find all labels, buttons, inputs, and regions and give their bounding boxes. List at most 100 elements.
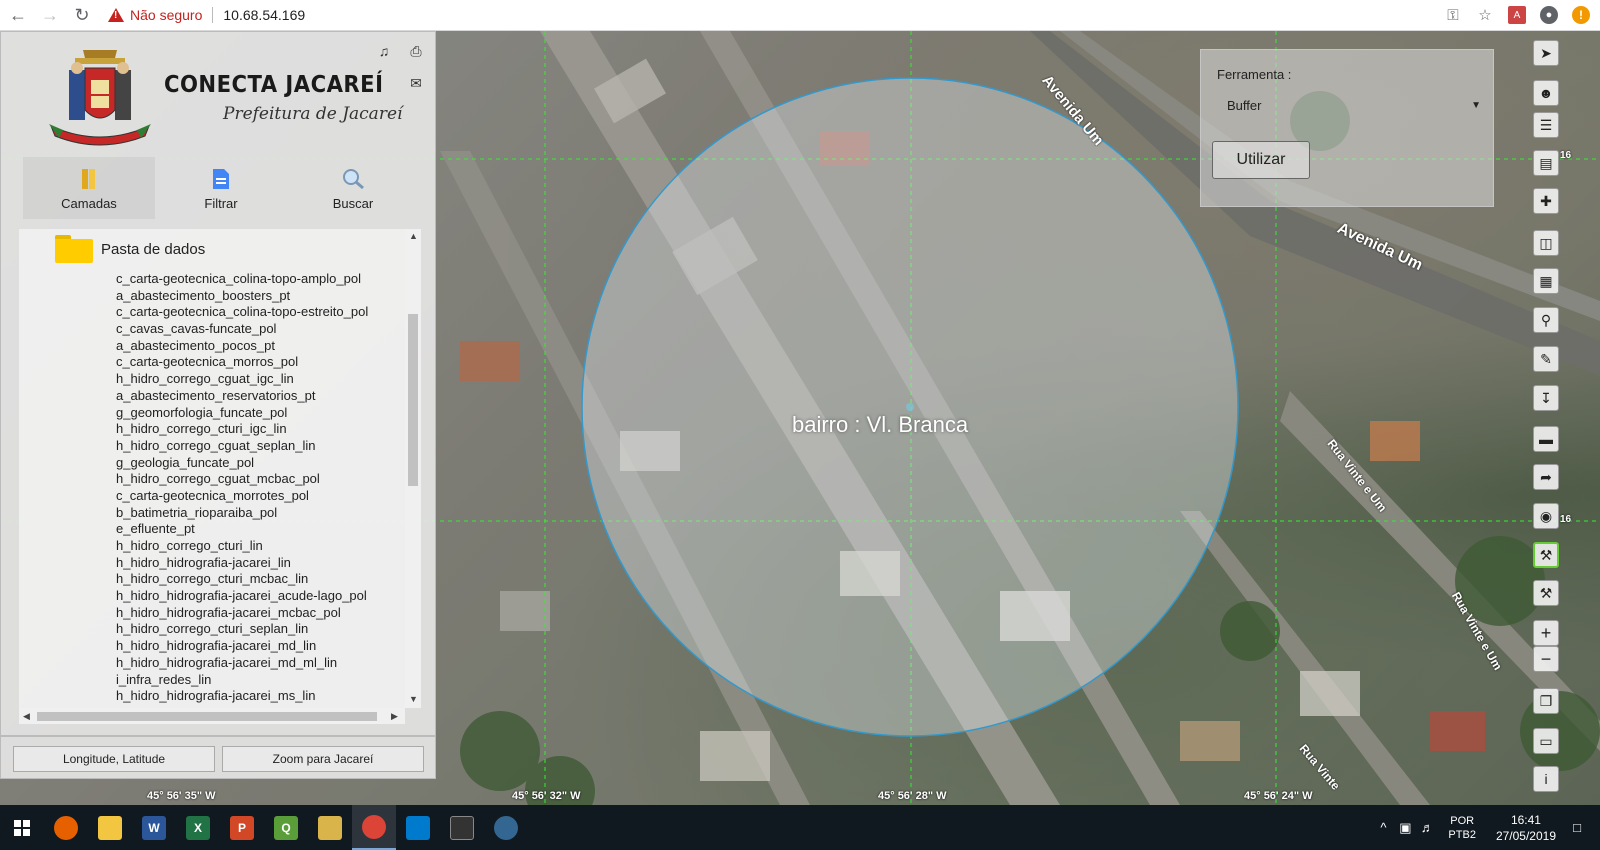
star-icon[interactable]: ☆ bbox=[1476, 6, 1494, 24]
layer-item[interactable]: c_carta-geotecnica_colina-topo-amplo_pol bbox=[116, 271, 368, 288]
volume-icon[interactable]: ♬ bbox=[1416, 820, 1438, 835]
taskbar-explorer[interactable] bbox=[88, 805, 132, 850]
layer-item[interactable]: h_hidro_corrego_cguat_seplan_lin bbox=[116, 438, 368, 455]
layer-item[interactable]: c_cavas_cavas-funcate_pol bbox=[116, 321, 368, 338]
layer-item[interactable]: h_hidro_corrego_cturi_lin bbox=[116, 538, 368, 555]
taskbar-powerpoint[interactable]: P bbox=[220, 805, 264, 850]
layer-item[interactable]: h_hidro_corrego_cguat_mcbac_pol bbox=[116, 471, 368, 488]
layers-icon[interactable]: ☰ bbox=[1533, 112, 1559, 138]
layer-item[interactable]: h_hidro_hidrografia-jacarei_lin bbox=[116, 555, 368, 572]
data-folder[interactable]: Pasta de dados bbox=[55, 235, 205, 263]
reload-icon[interactable]: ↻ bbox=[68, 1, 96, 29]
coords-button[interactable]: Longitude, Latitude bbox=[13, 746, 215, 772]
scroll-thumb[interactable] bbox=[408, 314, 418, 486]
taskbar-firefox[interactable] bbox=[44, 805, 88, 850]
layer-item[interactable]: h_hidro_corrego_cturi_igc_lin bbox=[116, 421, 368, 438]
layer-item[interactable]: e_efluente_pt bbox=[116, 521, 368, 538]
edit-icon[interactable]: ✎ bbox=[1533, 346, 1559, 372]
document-icon[interactable]: ◫ bbox=[1533, 230, 1559, 256]
key-icon[interactable]: ⚿ bbox=[1444, 6, 1462, 24]
vertical-scrollbar[interactable]: ▲ ▼ bbox=[405, 229, 421, 708]
clock[interactable]: 16:41 27/05/2019 bbox=[1496, 812, 1556, 844]
pdf-extension-icon[interactable]: A bbox=[1508, 6, 1526, 24]
layer-item[interactable]: h_hidro_hidrografia-jacarei_md_lin bbox=[116, 638, 368, 655]
layer-item[interactable]: c_carta-geotecnica_colina-topo-estreito_… bbox=[116, 304, 368, 321]
compass-icon[interactable]: ➤ bbox=[1533, 40, 1559, 66]
folder-icon bbox=[55, 235, 93, 263]
wrench-icon[interactable]: ⚒ bbox=[1533, 580, 1559, 606]
layer-item[interactable]: g_geomorfologia_funcate_pol bbox=[116, 405, 368, 422]
chart-icon[interactable]: ▦ bbox=[1533, 268, 1559, 294]
taskbar-terminal[interactable] bbox=[440, 805, 484, 850]
address-bar[interactable]: 10.68.54.169 bbox=[223, 7, 305, 23]
map-toolbar: ➤ ☻ ☰ ▤ ✚ ◫ ▦ ⚲ ✎ ↧ ▬ ➦ ◉ ⚒ ⚒ + − ❐ ▭ i bbox=[1532, 36, 1562, 804]
ruler-icon[interactable]: ▬ bbox=[1533, 426, 1559, 452]
layer-item[interactable]: h_hidro_corrego_cturi_mcbac_lin bbox=[116, 571, 368, 588]
taskbar-qgis[interactable]: Q bbox=[264, 805, 308, 850]
network-icon[interactable]: ▣ bbox=[1394, 820, 1416, 836]
taskbar-word[interactable]: W bbox=[132, 805, 176, 850]
monitor-icon[interactable]: ▭ bbox=[1533, 728, 1559, 754]
forward-arrow-icon[interactable]: → bbox=[36, 1, 64, 29]
layer-item[interactable]: c_carta-geotecnica_morrotes_pol bbox=[116, 488, 368, 505]
print-icon[interactable]: ⎙ bbox=[405, 40, 427, 62]
layer-item[interactable]: g_geologia_funcate_pol bbox=[116, 455, 368, 472]
layer-item[interactable]: b_batimetria_rioparaiba_pol bbox=[116, 505, 368, 522]
scroll-down-icon[interactable]: ▼ bbox=[409, 694, 418, 704]
map-info-icon[interactable]: ▤ bbox=[1533, 150, 1559, 176]
horizontal-scrollbar[interactable]: ◀ ▶ bbox=[19, 708, 405, 724]
layer-item[interactable]: c_carta-geotecnica_morros_pol bbox=[116, 354, 368, 371]
update-alert-icon[interactable]: ! bbox=[1572, 6, 1590, 24]
taskbar-vscode[interactable] bbox=[396, 805, 440, 850]
layer-item[interactable]: a_abastecimento_boosters_pt bbox=[116, 288, 368, 305]
info-icon[interactable]: i bbox=[1533, 766, 1559, 792]
tool-select-value: Buffer bbox=[1227, 97, 1262, 113]
layer-item[interactable]: h_hidro_corrego_cguat_igc_lin bbox=[116, 371, 368, 388]
copy-icon[interactable]: ❐ bbox=[1533, 688, 1559, 714]
crosshair-icon[interactable]: ✚ bbox=[1533, 188, 1559, 214]
scroll-up-icon[interactable]: ▲ bbox=[409, 231, 418, 241]
layer-item[interactable]: h_hidro_hidrografia-jacarei_acude-lago_p… bbox=[116, 588, 368, 605]
start-button[interactable] bbox=[0, 805, 44, 850]
back-arrow-icon[interactable]: ← bbox=[4, 1, 32, 29]
security-indicator[interactable]: Não seguro bbox=[108, 7, 202, 23]
layer-tree[interactable]: Pasta de dados c_carta-geotecnica_colina… bbox=[19, 229, 421, 708]
taskbar-excel[interactable]: X bbox=[176, 805, 220, 850]
tool-select[interactable]: Buffer ▼ bbox=[1223, 92, 1485, 118]
layer-item[interactable]: a_abastecimento_pocos_pt bbox=[116, 338, 368, 355]
tab-camadas[interactable]: Camadas bbox=[23, 157, 155, 219]
coordinate-label: 45° 56' 28" W bbox=[878, 790, 947, 802]
language-indicator[interactable]: POR PTB2 bbox=[1448, 814, 1476, 842]
tab-label: Buscar bbox=[332, 196, 374, 211]
tools-icon[interactable]: ⚒ bbox=[1533, 542, 1559, 568]
notifications-icon[interactable]: □ bbox=[1566, 820, 1588, 835]
layer-item[interactable]: i_infra_redes_lin bbox=[116, 672, 368, 689]
layer-item[interactable]: h_hidro_hidrografia-jacarei_ms_lin bbox=[116, 688, 368, 705]
tab-buscar[interactable]: Buscar bbox=[287, 157, 419, 219]
scroll-right-icon[interactable]: ▶ bbox=[391, 711, 398, 722]
tab-filtrar[interactable]: Filtrar bbox=[155, 157, 287, 219]
zoom-out-icon[interactable]: − bbox=[1533, 646, 1559, 672]
scroll-left-icon[interactable]: ◀ bbox=[23, 711, 30, 722]
profile-avatar-icon[interactable]: ● bbox=[1540, 6, 1558, 24]
layer-item[interactable]: h_hidro_hidrografia-jacarei_md_ml_lin bbox=[116, 655, 368, 672]
download-icon[interactable]: ↧ bbox=[1533, 385, 1559, 411]
palette-icon[interactable]: ◉ bbox=[1533, 503, 1559, 529]
chevron-up-icon[interactable]: ^ bbox=[1372, 820, 1394, 835]
scroll-thumb[interactable] bbox=[37, 712, 377, 721]
utilizar-button[interactable]: Utilizar bbox=[1212, 141, 1310, 179]
user-settings-icon[interactable]: ☻ bbox=[1533, 80, 1559, 106]
taskbar-postgres[interactable] bbox=[484, 805, 528, 850]
taskbar-chrome[interactable] bbox=[352, 805, 396, 850]
export-icon[interactable]: ➦ bbox=[1533, 464, 1559, 490]
layer-item[interactable]: h_hidro_corrego_cturi_seplan_lin bbox=[116, 621, 368, 638]
zoom-jacarei-button[interactable]: Zoom para Jacareí bbox=[222, 746, 424, 772]
zoom-in-icon[interactable]: + bbox=[1533, 620, 1559, 646]
search-icon[interactable]: ⚲ bbox=[1533, 307, 1559, 333]
taskbar-app[interactable] bbox=[308, 805, 352, 850]
app-subtitle: Prefeitura de Jacareí bbox=[223, 104, 403, 124]
layer-item[interactable]: h_hidro_hidrografia-jacarei_mcbac_pol bbox=[116, 605, 368, 622]
mail-icon[interactable]: ✉ bbox=[405, 72, 427, 94]
layer-item[interactable]: a_abastecimento_reservatorios_pt bbox=[116, 388, 368, 405]
paint-bucket-icon[interactable]: ♫ bbox=[373, 40, 395, 62]
